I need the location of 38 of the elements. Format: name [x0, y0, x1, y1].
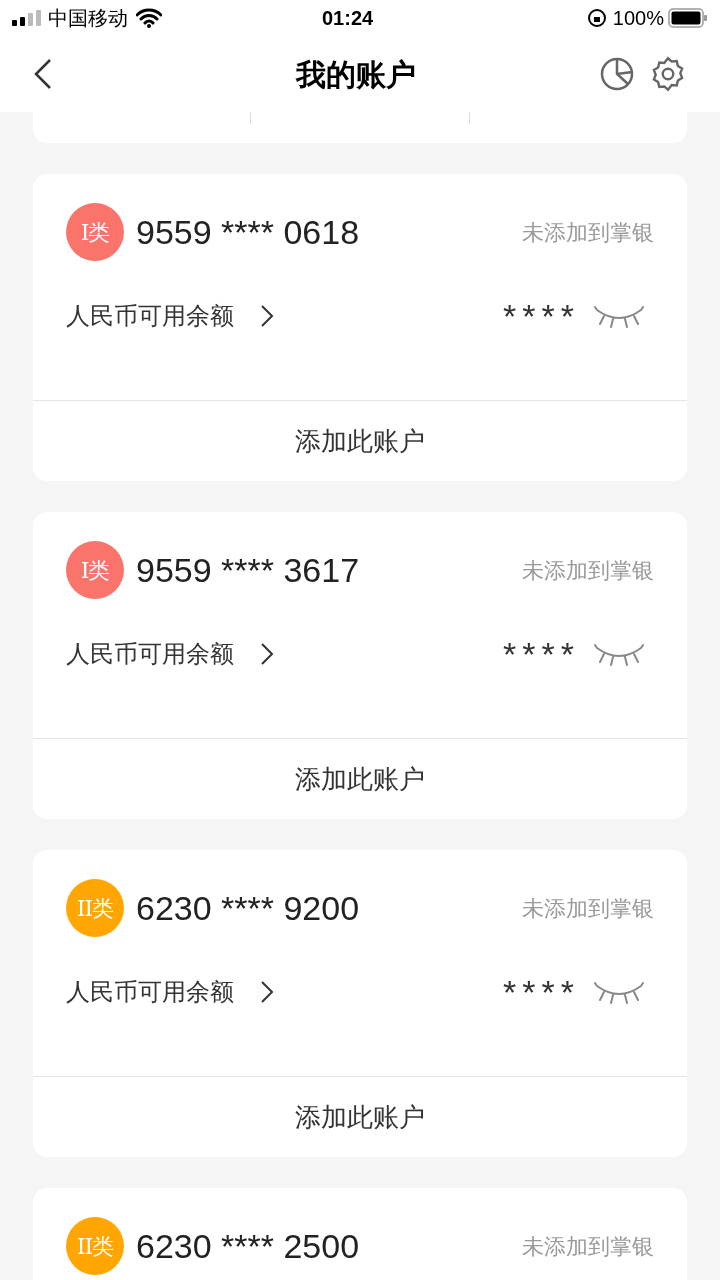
balance-link[interactable]: 人民币可用余额 [66, 298, 274, 334]
clock-time: 01:24 [322, 6, 374, 31]
back-icon[interactable] [34, 58, 52, 90]
page-title: 我的账户 [294, 56, 417, 93]
chevron-icon [260, 642, 274, 666]
rotation-lock-icon [586, 8, 607, 28]
account-type-badge: I类 [66, 203, 124, 261]
account-type-badge: II类 [66, 879, 124, 937]
account-number: 9559 **** 3617 [136, 549, 360, 591]
closed-eye-icon[interactable] [594, 980, 644, 1004]
hidden-balance: **** [503, 295, 580, 337]
account-status: 未添加到掌银 [522, 894, 654, 923]
account-number: 9559 **** 0618 [136, 211, 360, 253]
settings-icon[interactable] [650, 56, 686, 92]
battery-percent: 100% [612, 6, 664, 31]
chevron-icon [260, 304, 274, 328]
add-account-button[interactable]: 添加此账户 [33, 1076, 687, 1157]
chevron-icon [260, 980, 274, 1004]
add-account-button[interactable]: 添加此账户 [33, 400, 687, 481]
account-status: 未添加到掌银 [522, 556, 654, 585]
carrier-name: 中国移动 [48, 6, 128, 31]
closed-eye-icon[interactable] [594, 642, 644, 666]
battery-icon [668, 8, 708, 28]
closed-eye-icon[interactable] [594, 304, 644, 328]
hidden-balance: **** [503, 971, 580, 1013]
balance-link[interactable]: 人民币可用余额 [66, 974, 274, 1010]
pie-chart-icon[interactable] [600, 57, 634, 91]
account-number: 6230 **** 2500 [136, 1225, 360, 1267]
add-account-button[interactable]: 添加此账户 [33, 738, 687, 819]
balance-link[interactable]: 人民币可用余额 [66, 636, 274, 672]
account-status: 未添加到掌银 [522, 218, 654, 247]
hidden-balance: **** [503, 633, 580, 675]
account-number: 6230 **** 9200 [136, 887, 360, 929]
account-type-badge: II类 [66, 1217, 124, 1275]
account-type-badge: I类 [66, 541, 124, 599]
account-status: 未添加到掌银 [522, 1232, 654, 1261]
wifi-icon [136, 8, 162, 28]
signal-icon [12, 10, 42, 26]
